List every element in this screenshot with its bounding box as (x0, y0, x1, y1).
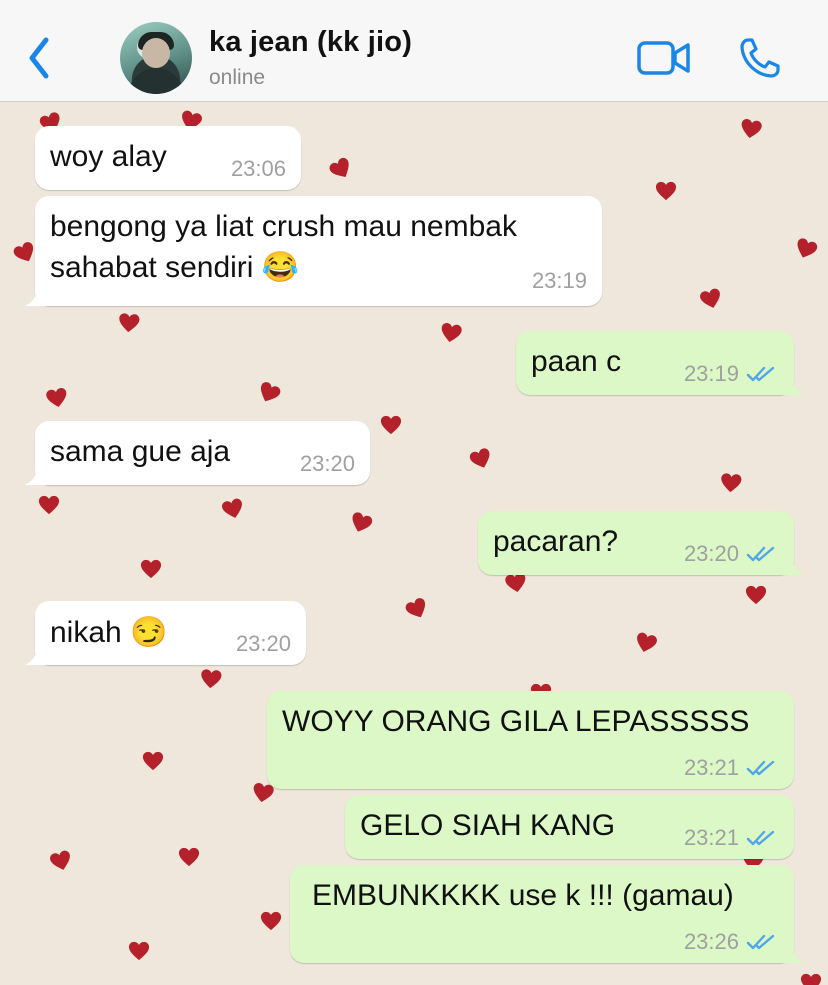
heart-icon (178, 847, 200, 867)
chat-header: ka jean (kk jio) online (0, 0, 828, 102)
message-bubble-outgoing[interactable]: pacaran? 23:20 (478, 511, 804, 575)
message-time: 23:19 (531, 268, 587, 293)
message-time: 23:21 (683, 755, 739, 780)
heart-icon (222, 498, 242, 518)
message-text: EMBUNKKKK use k !!! (gamau) (312, 879, 734, 912)
heart-icon (800, 973, 822, 985)
heart-icon (50, 850, 70, 870)
phone-icon (740, 38, 780, 78)
contact-avatar[interactable] (120, 22, 192, 94)
heart-icon (380, 415, 402, 435)
heart-icon (637, 632, 657, 652)
double-check-icon (746, 830, 775, 846)
heart-icon (46, 388, 67, 408)
bubble-tail (782, 945, 804, 963)
heart-icon (441, 323, 462, 343)
message-text: paan c (531, 345, 622, 378)
heart-icon (329, 157, 349, 177)
message-text: sama gue aja (50, 435, 231, 468)
heart-icon (469, 448, 490, 468)
heart-icon (260, 911, 282, 931)
bubble-tail (782, 377, 804, 395)
message-bubble-incoming[interactable]: sama gue aja 23:20 (25, 421, 370, 485)
message-text: bengong ya liat crush mau nembak (50, 210, 517, 243)
heart-icon (260, 382, 281, 402)
message-time: 23:19 (683, 361, 739, 386)
heart-icon (797, 238, 818, 258)
message-text: woy alay (50, 140, 167, 173)
heart-icon (352, 512, 373, 532)
message-time: 23:06 (230, 156, 286, 181)
heart-icon (745, 585, 767, 605)
avatar-body (128, 68, 184, 94)
video-camera-icon (637, 41, 690, 75)
message-bubble-outgoing[interactable]: EMBUNKKKK use k !!! (gamau) 23:26 (290, 865, 804, 963)
message-bubble-incoming[interactable]: nikah 😏 23:20 (25, 601, 306, 665)
bubble-tail (25, 467, 47, 485)
double-check-icon (746, 546, 775, 562)
message-bubble-outgoing[interactable]: WOYY ORANG GILA LEPASSSSS 23:21 (267, 691, 794, 789)
heart-icon (142, 751, 164, 771)
chat-area[interactable]: woy alay 23:06 bengong ya liat crush mau… (0, 102, 828, 985)
heart-icon (128, 941, 150, 961)
contact-status: online (209, 66, 266, 89)
bubble-tail (25, 288, 47, 306)
contact-name[interactable]: ka jean (kk jio) (209, 26, 412, 59)
double-check-icon (746, 934, 775, 950)
message-text: GELO SIAH KANG (360, 809, 616, 842)
heart-icon (38, 495, 60, 515)
voice-call-button[interactable] (738, 36, 782, 80)
message-time: 23:20 (683, 541, 739, 566)
message-bubble-outgoing[interactable]: GELO SIAH KANG 23:21 (345, 795, 794, 859)
back-button[interactable] (24, 34, 56, 82)
message-bubble-incoming[interactable]: woy alay 23:06 (35, 126, 301, 190)
heart-icon (140, 559, 162, 579)
message-bubble-outgoing[interactable]: paan c 23:19 (516, 331, 804, 395)
video-call-button[interactable] (636, 38, 692, 78)
bubble-tail (25, 647, 47, 665)
heart-icon (119, 313, 140, 333)
double-check-icon (746, 366, 775, 382)
message-time: 23:26 (683, 929, 739, 954)
heart-icon (721, 473, 742, 493)
message-time: 23:21 (683, 825, 739, 850)
message-bubble-incoming[interactable]: bengong ya liat crush mau nembak sahabat… (25, 196, 602, 306)
heart-icon (201, 669, 222, 689)
heart-icon (700, 288, 720, 308)
message-time: 23:20 (299, 451, 355, 476)
avatar-face (142, 38, 170, 68)
heart-icon (655, 181, 677, 201)
bubble-tail (782, 557, 804, 575)
heart-icon (405, 598, 426, 618)
chevron-left-icon (29, 37, 49, 79)
message-text: nikah 😏 (50, 616, 168, 649)
message-text: pacaran? (493, 525, 619, 558)
double-check-icon (746, 760, 775, 776)
message-text: sahabat sendiri 😂 (50, 251, 300, 284)
message-time: 23:20 (235, 631, 291, 656)
message-text: WOYY ORANG GILA LEPASSSSS (282, 705, 750, 738)
heart-icon (741, 119, 762, 139)
